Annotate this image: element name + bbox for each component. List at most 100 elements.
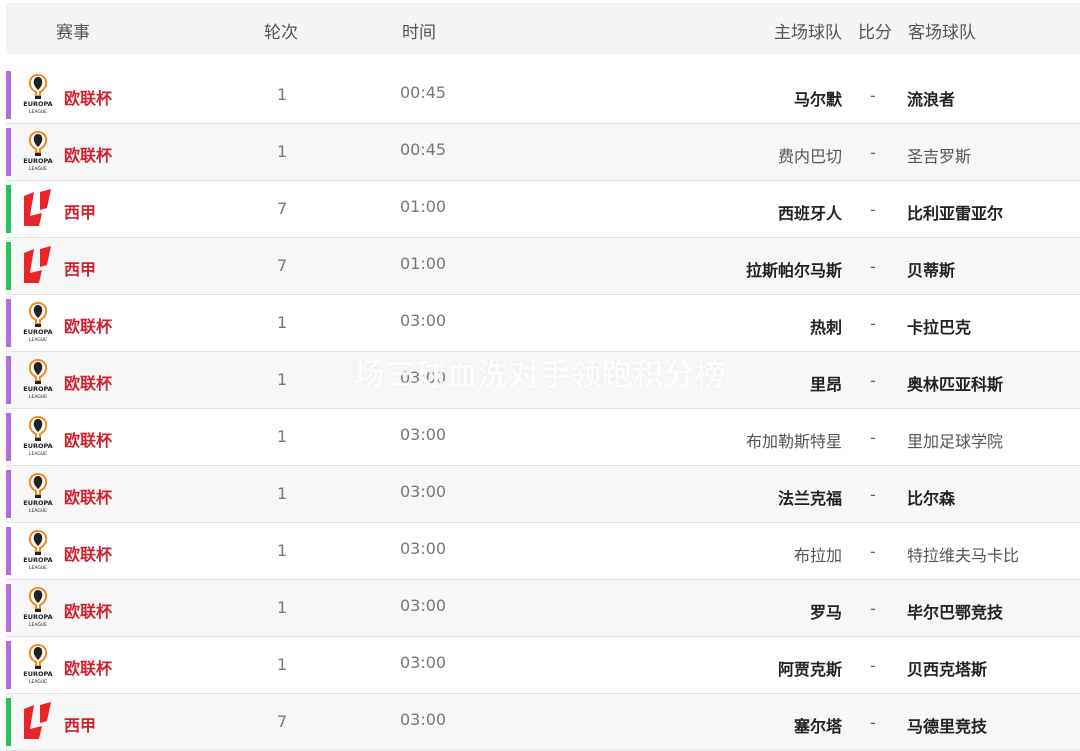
round-number: 1: [277, 484, 288, 503]
match-row[interactable]: EUROPA LEAGUE 欧联杯 1 03:00 阿贾克斯 - 贝西克塔斯: [6, 637, 1080, 694]
match-row[interactable]: EUROPA LEAGUE 欧联杯 1 03:00 里昂 - 奥林匹亚科斯: [6, 352, 1080, 409]
svg-text:LEAGUE: LEAGUE: [29, 565, 47, 571]
league-color-bar: [6, 470, 11, 518]
match-time: 01:00: [400, 197, 447, 216]
league-name[interactable]: 欧联杯: [64, 598, 112, 622]
match-score: -: [870, 485, 876, 504]
away-team[interactable]: 流浪者: [907, 86, 955, 110]
home-team[interactable]: 费内巴切: [778, 143, 842, 167]
match-score: -: [870, 371, 876, 390]
match-score: -: [870, 200, 876, 219]
svg-text:EUROPA: EUROPA: [23, 328, 52, 336]
league-name[interactable]: 欧联杯: [64, 370, 112, 394]
league-name[interactable]: 西甲: [64, 256, 96, 280]
league-name[interactable]: 欧联杯: [64, 313, 112, 337]
away-team[interactable]: 贝蒂斯: [907, 257, 955, 281]
league-name[interactable]: 西甲: [64, 712, 96, 736]
header-round: 轮次: [264, 23, 298, 43]
match-time: 03:00: [400, 596, 447, 615]
table-header: 赛事 轮次 时间 主场球队 比分 客场球队: [6, 3, 1080, 54]
league-color-bar: [6, 584, 11, 632]
away-team[interactable]: 里加足球学院: [907, 428, 1003, 452]
away-team[interactable]: 卡拉巴克: [907, 314, 971, 338]
svg-text:LEAGUE: LEAGUE: [29, 109, 47, 115]
away-team[interactable]: 比利亚雷亚尔: [907, 200, 1003, 224]
svg-text:LEAGUE: LEAGUE: [29, 337, 47, 343]
svg-text:EUROPA: EUROPA: [23, 499, 52, 507]
round-number: 7: [277, 199, 288, 218]
europa-league-logo-icon: EUROPA LEAGUE: [20, 72, 56, 118]
home-team[interactable]: 阿贾克斯: [778, 656, 842, 680]
league-name[interactable]: 欧联杯: [64, 484, 112, 508]
round-number: 7: [277, 712, 288, 731]
match-time: 03:00: [400, 653, 447, 672]
europa-league-logo-icon: EUROPA LEAGUE: [20, 642, 56, 688]
match-row[interactable]: EUROPA LEAGUE 欧联杯 1 03:00 法兰克福 - 比尔森: [6, 466, 1080, 523]
home-team[interactable]: 马尔默: [794, 86, 842, 110]
home-team[interactable]: 拉斯帕尔马斯: [746, 257, 842, 281]
match-list: EUROPA LEAGUE 欧联杯 1 00:45 马尔默 - 流浪者 EURO…: [6, 67, 1080, 751]
match-score: -: [870, 314, 876, 333]
league-color-bar: [6, 527, 11, 575]
match-row[interactable]: 西甲 7 03:00 塞尔塔 - 马德里竞技: [6, 694, 1080, 751]
match-row[interactable]: EUROPA LEAGUE 欧联杯 1 00:45 费内巴切 - 圣吉罗斯: [6, 124, 1080, 181]
home-team[interactable]: 罗马: [810, 599, 842, 623]
svg-text:LEAGUE: LEAGUE: [29, 508, 47, 514]
svg-text:LEAGUE: LEAGUE: [29, 394, 47, 400]
league-color-bar: [6, 698, 11, 746]
home-team[interactable]: 布加勒斯特星: [746, 428, 842, 452]
match-row[interactable]: EUROPA LEAGUE 欧联杯 1 03:00 布拉加 - 特拉维夫马卡比: [6, 523, 1080, 580]
away-team[interactable]: 比尔森: [907, 485, 955, 509]
league-name[interactable]: 欧联杯: [64, 655, 112, 679]
league-name[interactable]: 欧联杯: [64, 142, 112, 166]
away-team[interactable]: 马德里竞技: [907, 713, 987, 737]
round-number: 1: [277, 655, 288, 674]
europa-league-logo-icon: EUROPA LEAGUE: [20, 129, 56, 175]
round-number: 1: [277, 598, 288, 617]
match-score: -: [870, 428, 876, 447]
away-team[interactable]: 奥林匹亚科斯: [907, 371, 1003, 395]
away-team[interactable]: 毕尔巴鄂竞技: [907, 599, 1003, 623]
away-team[interactable]: 贝西克塔斯: [907, 656, 987, 680]
match-row[interactable]: EUROPA LEAGUE 欧联杯 1 00:45 马尔默 - 流浪者: [6, 67, 1080, 124]
home-team[interactable]: 布拉加: [794, 542, 842, 566]
header-gap: [0, 54, 1080, 67]
match-time: 03:00: [400, 425, 447, 444]
header-event: 赛事: [56, 23, 90, 43]
match-row[interactable]: EUROPA LEAGUE 欧联杯 1 03:00 罗马 - 毕尔巴鄂竞技: [6, 580, 1080, 637]
league-color-bar: [6, 299, 11, 347]
svg-text:LEAGUE: LEAGUE: [29, 166, 47, 172]
round-number: 1: [277, 313, 288, 332]
league-name[interactable]: 欧联杯: [64, 541, 112, 565]
home-team[interactable]: 热刺: [810, 314, 842, 338]
round-number: 7: [277, 256, 288, 275]
away-team[interactable]: 特拉维夫马卡比: [907, 542, 1019, 566]
league-name[interactable]: 欧联杯: [64, 85, 112, 109]
match-time: 03:00: [400, 539, 447, 558]
svg-text:EUROPA: EUROPA: [23, 556, 52, 564]
match-time: 03:00: [400, 311, 447, 330]
league-color-bar: [6, 71, 11, 119]
match-time: 00:45: [400, 140, 447, 159]
match-row[interactable]: EUROPA LEAGUE 欧联杯 1 03:00 热刺 - 卡拉巴克: [6, 295, 1080, 352]
match-time: 03:00: [400, 710, 447, 729]
league-color-bar: [6, 413, 11, 461]
match-score: -: [870, 713, 876, 732]
home-team[interactable]: 西班牙人: [778, 200, 842, 224]
home-team[interactable]: 里昂: [810, 371, 842, 395]
league-name[interactable]: 西甲: [64, 199, 96, 223]
away-team[interactable]: 圣吉罗斯: [907, 143, 971, 167]
svg-text:EUROPA: EUROPA: [23, 670, 52, 678]
laliga-logo-icon: [20, 243, 56, 289]
league-name[interactable]: 欧联杯: [64, 427, 112, 451]
home-team[interactable]: 法兰克福: [778, 485, 842, 509]
match-row[interactable]: 西甲 7 01:00 西班牙人 - 比利亚雷亚尔: [6, 181, 1080, 238]
match-score: -: [870, 599, 876, 618]
match-time: 01:00: [400, 254, 447, 273]
europa-league-logo-icon: EUROPA LEAGUE: [20, 528, 56, 574]
match-score: -: [870, 542, 876, 561]
home-team[interactable]: 塞尔塔: [794, 713, 842, 737]
round-number: 1: [277, 427, 288, 446]
match-row[interactable]: 西甲 7 01:00 拉斯帕尔马斯 - 贝蒂斯: [6, 238, 1080, 295]
match-row[interactable]: EUROPA LEAGUE 欧联杯 1 03:00 布加勒斯特星 - 里加足球学…: [6, 409, 1080, 466]
